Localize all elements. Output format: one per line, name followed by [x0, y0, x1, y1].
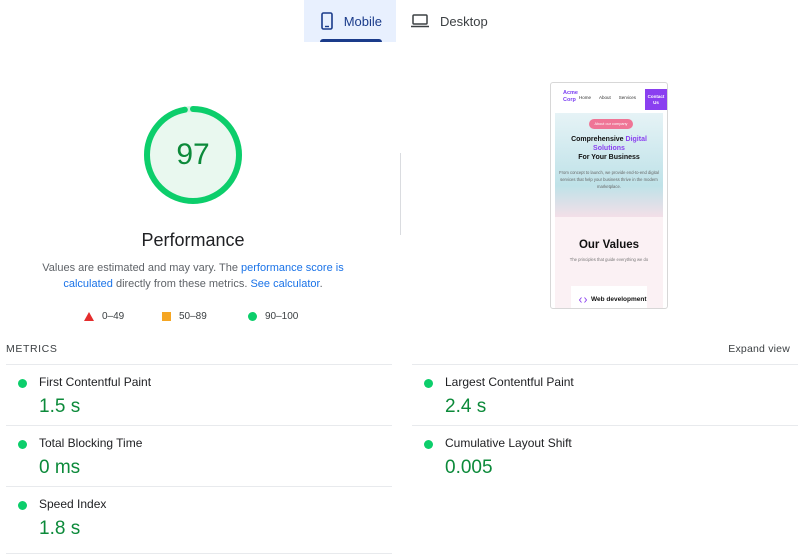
metrics-heading: METRICS: [6, 343, 58, 355]
metric-total-blocking-time: Total Blocking Time 0 ms: [6, 425, 392, 486]
metric-value: 0.005: [445, 457, 493, 478]
metric-first-contentful-paint: First Contentful Paint 1.5 s: [6, 364, 392, 425]
pass-circle-icon: [18, 379, 27, 388]
metric-cumulative-layout-shift: Cumulative Layout Shift 0.005: [412, 425, 798, 486]
metric-value: 0 ms: [39, 457, 81, 478]
preview-brand: Acme Corp: [563, 90, 578, 103]
metric-largest-contentful-paint: Largest Contentful Paint 2.4 s: [412, 364, 798, 425]
calculator-link[interactable]: See calculator: [250, 278, 319, 290]
legend-pass: 90–100: [248, 311, 298, 322]
device-tabs: Mobile Desktop: [304, 0, 514, 42]
legend-average: 50–89: [162, 311, 248, 322]
triangle-icon: [84, 312, 94, 321]
score-value: 97: [176, 138, 210, 171]
metric-name: Total Blocking Time: [39, 436, 143, 450]
desc-prefix: Values are estimated and may vary. The: [42, 262, 241, 274]
preview-body: From concept to launch, we provide end-t…: [559, 170, 659, 189]
pass-circle-icon: [424, 379, 433, 388]
pass-circle-icon: [18, 501, 27, 510]
legend-fail-label: 0–49: [102, 311, 125, 322]
preview-heading-pre: Comprehensive: [571, 136, 626, 143]
preview-nav-links: Home About Services: [579, 95, 636, 100]
metric-value: 2.4 s: [445, 396, 487, 417]
preview-nav-about: About: [599, 94, 611, 100]
metric-name: Largest Contentful Paint: [445, 375, 574, 389]
preview-card: Web development: [571, 286, 647, 308]
legend-fail: 0–49: [84, 311, 162, 322]
code-icon: [579, 297, 587, 303]
tab-mobile[interactable]: Mobile: [304, 0, 396, 42]
desc-suffix: .: [319, 278, 323, 290]
preview-values-section: Our Values The principles that guide eve…: [555, 217, 663, 308]
preview-nav-services: Services: [618, 94, 637, 100]
circle-icon: [248, 312, 257, 321]
metric-speed-index: Speed Index 1.8 s: [6, 486, 392, 547]
preview-contact-button: Contact Us: [645, 89, 667, 110]
metric-name: Cumulative Layout Shift: [445, 436, 572, 450]
score-description: Values are estimated and may vary. The p…: [30, 260, 356, 292]
preview-hero: About our company Comprehensive Digital …: [555, 113, 663, 217]
legend-pass-label: 90–100: [265, 311, 299, 322]
metric-value: 1.8 s: [39, 518, 81, 539]
expand-view-button[interactable]: Expand view: [728, 343, 790, 355]
preview-values-title: Our Values: [578, 239, 640, 251]
metrics-bottom-border: [6, 553, 392, 554]
preview-nav: Acme Corp Home About Services Contact Us: [551, 83, 667, 111]
preview-nav-home: Home: [579, 94, 592, 100]
legend-average-label: 50–89: [179, 311, 207, 322]
metric-name: First Contentful Paint: [39, 375, 152, 389]
score-legend: 0–49 50–89 90–100: [84, 311, 298, 322]
pass-circle-icon: [18, 440, 27, 449]
preview-badge: About our company: [589, 119, 633, 129]
pass-circle-icon: [424, 440, 433, 449]
tab-mobile-label: Mobile: [343, 13, 382, 29]
metric-name: Speed Index: [39, 497, 107, 511]
preview-heading: Comprehensive Digital Solutions For Your …: [555, 135, 663, 162]
laptop-icon: [410, 12, 430, 30]
metric-value: 1.5 s: [39, 396, 81, 417]
preview-card-title: Web development: [591, 296, 647, 303]
square-icon: [162, 312, 171, 321]
tab-desktop[interactable]: Desktop: [396, 0, 514, 42]
smartphone-icon: [320, 12, 334, 30]
divider: [400, 153, 401, 235]
preview-heading-post: For Your Business: [578, 154, 640, 161]
desc-middle: directly from these metrics.: [112, 278, 251, 290]
tab-desktop-label: Desktop: [440, 13, 488, 29]
preview-values-subtitle: The principles that guide everything we …: [569, 257, 649, 262]
category-title: Performance: [141, 230, 245, 250]
page-screenshot-preview: Acme Corp Home About Services Contact Us…: [550, 82, 668, 309]
